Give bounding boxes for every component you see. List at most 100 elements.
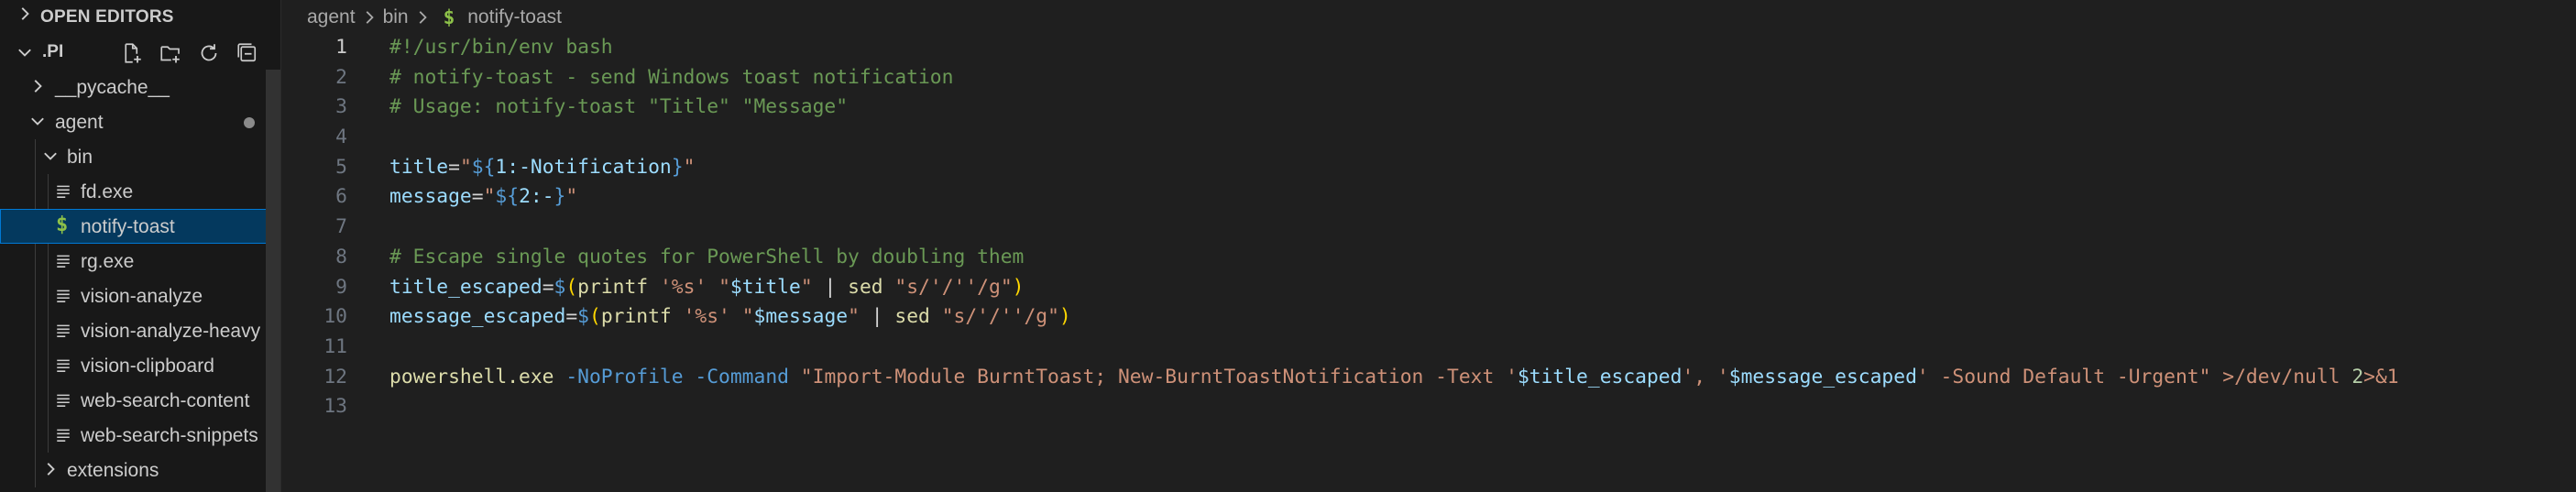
file-lines-icon (57, 394, 70, 407)
open-editors-label: OPEN EDITORS (40, 7, 174, 27)
tree-item-label: fd.exe (81, 181, 134, 202)
code-token: = (471, 185, 484, 209)
chevron-down-icon (44, 152, 57, 160)
breadcrumb-file[interactable]: notify-toast (467, 6, 562, 28)
code-token: sed (894, 305, 930, 329)
tree-item-bin[interactable]: bin (0, 139, 280, 174)
tree-item-vision-analyze[interactable]: vision-analyze (0, 279, 280, 313)
tree-item-rg-exe[interactable]: rg.exe (0, 244, 280, 279)
code-token: printf (600, 305, 672, 329)
code-token: powershell.exe (389, 365, 554, 388)
breadcrumb-agent[interactable]: agent (307, 6, 356, 28)
code-token: 1:-Notification (495, 155, 672, 179)
code-token: " (483, 185, 496, 209)
tree-item-vision-clipboard[interactable]: vision-clipboard (0, 348, 280, 383)
tree-item-web-search-snippets[interactable]: web-search-snippets (0, 418, 280, 453)
line-number: 2 (335, 65, 347, 89)
file-lines-icon (57, 185, 70, 198)
tree-item-notify-toast[interactable]: $ notify-toast (0, 209, 280, 244)
tree-item-web-search-content[interactable]: web-search-content (0, 383, 280, 418)
line-content: message="${2:-}" (389, 182, 577, 213)
chevron-right-icon (21, 7, 29, 20)
code-token: "s/'/''/g" (894, 275, 1013, 299)
shell-script-icon: $ (56, 213, 69, 236)
code-token: >/dev/null (2222, 365, 2340, 388)
refresh-button[interactable] (194, 38, 224, 68)
tree-item-label: rg.exe (81, 251, 135, 272)
code-line[interactable]: 12 powershell.exe -NoProfile -Command "Im… (281, 363, 2576, 393)
workspace-folder-header[interactable]: .PI (0, 35, 280, 70)
indent-guide (48, 174, 49, 209)
chevron-right-icon (34, 80, 42, 93)
code-line[interactable]: 3 # Usage: notify-toast "Title" "Message" (281, 93, 2576, 123)
code-editor[interactable]: agent bin $ notify-toast 1 #!/usr/bin/env… (281, 0, 2576, 492)
code-token: # Escape single quotes for PowerShell by… (389, 245, 1025, 268)
code-line[interactable]: 1 #!/usr/bin/env bash (281, 33, 2576, 63)
tree-item-agent[interactable]: agent (0, 104, 280, 139)
code-token: " (848, 305, 860, 329)
code-token: '%s' (659, 275, 707, 299)
code-token: " (800, 275, 813, 299)
modified-indicator (244, 117, 255, 128)
tree-item-label: vision-analyze (81, 286, 203, 307)
tree-item-label: notify-toast (81, 216, 175, 237)
code-token: ${ (495, 185, 520, 209)
tree-item-label: bin (67, 147, 93, 168)
line-content: title_escaped=$(printf '%s' "$title" | s… (389, 273, 1024, 303)
collapse-all-button[interactable] (233, 38, 262, 68)
tree-item-label: __pycache__ (55, 77, 170, 98)
code-line[interactable]: 10 message_escaped=$(printf '%s' "$messag… (281, 302, 2576, 333)
workspace-folder-label: .PI (42, 42, 64, 61)
line-number: 9 (335, 275, 347, 299)
vscode-window: OPEN EDITORS .PI __pycache__ agent bin f… (0, 0, 2576, 492)
tree-item-label: vision-analyze-heavy (81, 321, 261, 342)
sidebar-scrollbar-thumb[interactable] (266, 70, 280, 492)
code-token: #!/usr/bin/env bash (389, 36, 613, 59)
code-token: ) (1012, 275, 1025, 299)
indent-guide (48, 279, 49, 313)
code-line[interactable]: 2 # notify-toast - send Windows toast not… (281, 63, 2576, 93)
code-line[interactable]: 7 (281, 213, 2576, 243)
indent-guide (35, 348, 36, 383)
code-line[interactable]: 6 message="${2:-}" (281, 182, 2576, 213)
code-line[interactable]: 4 (281, 123, 2576, 153)
new-folder-button[interactable] (156, 38, 185, 68)
code-token: $message_escaped (1728, 365, 1917, 388)
indent-guide (48, 348, 49, 383)
code-token: " (565, 185, 578, 209)
code-token: "s/'/''/g" (941, 305, 1059, 329)
line-number: 8 (335, 245, 347, 268)
code-line[interactable]: 11 (281, 333, 2576, 363)
line-number: 4 (335, 126, 347, 149)
code-area[interactable]: 1 #!/usr/bin/env bash 2 # notify-toast - se… (281, 33, 2576, 422)
tree-item-label: extensions (67, 460, 159, 481)
code-line[interactable]: 13 (281, 392, 2576, 422)
breadcrumb-bin[interactable]: bin (383, 6, 409, 28)
chevron-down-icon (18, 49, 31, 57)
code-line[interactable]: 8 # Escape single quotes for PowerShell b… (281, 243, 2576, 273)
tree-item-label: vision-clipboard (81, 355, 214, 377)
new-file-button[interactable] (117, 38, 147, 68)
tree-item-pycache[interactable]: __pycache__ (0, 70, 280, 104)
code-token: title_escaped (389, 275, 543, 299)
tree-item-fd-exe[interactable]: fd.exe (0, 174, 280, 209)
code-token: title (389, 155, 449, 179)
tree-item-vision-analyze-heavy[interactable]: vision-analyze-heavy (0, 313, 280, 348)
code-token: | (812, 275, 849, 299)
code-token: # notify-toast - send Windows toast noti… (389, 65, 954, 89)
code-line[interactable]: 9 title_escaped=$(printf '%s' "$title" | … (281, 273, 2576, 303)
code-token: " (741, 305, 754, 329)
open-editors-header[interactable]: OPEN EDITORS (0, 0, 280, 35)
indent-guide (35, 313, 36, 348)
breadcrumb: agent bin $ notify-toast (307, 0, 562, 35)
indent-guide (48, 313, 49, 348)
indent-guide (35, 383, 36, 418)
indent-guide (35, 279, 36, 313)
code-line[interactable]: 5 title="${1:-Notification}" (281, 153, 2576, 183)
tree-item-label: web-search-snippets (81, 425, 258, 446)
code-token: = (565, 305, 578, 329)
tree-item-extensions[interactable]: extensions (0, 453, 280, 487)
